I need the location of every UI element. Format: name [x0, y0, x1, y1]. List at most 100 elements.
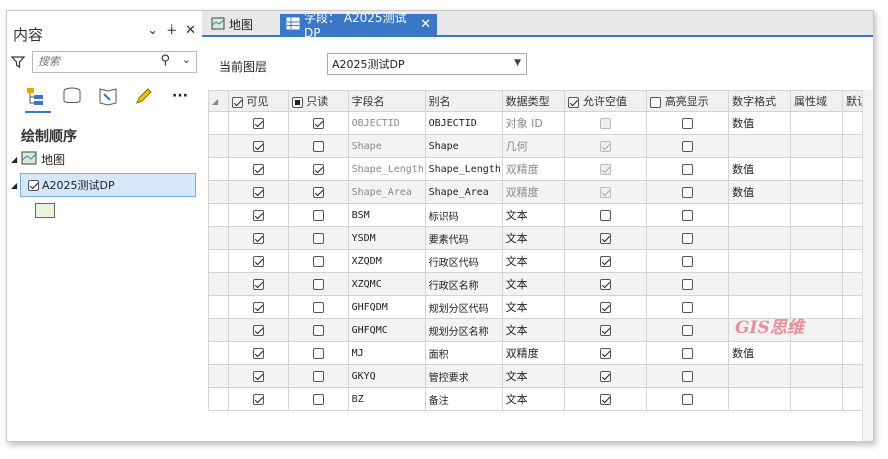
readonly-cell[interactable]: [287, 203, 349, 227]
column-header-field-name[interactable]: 字段名: [347, 90, 426, 112]
pin-icon[interactable]: ∔: [166, 23, 177, 38]
table-row[interactable]: Shape Shape 几何: [208, 134, 873, 158]
visible-checkbox[interactable]: [252, 371, 264, 382]
highlight-cell[interactable]: [646, 203, 730, 227]
visible-cell[interactable]: [227, 318, 289, 342]
vertical-scrollbar[interactable]: [862, 90, 873, 441]
more-options-icon[interactable]: ···: [169, 85, 191, 107]
visible-cell[interactable]: [227, 157, 289, 181]
field-name-cell[interactable]: GKYQ: [347, 364, 426, 388]
row-header-cell[interactable]: [208, 180, 229, 204]
visible-checkbox[interactable]: [252, 118, 264, 129]
highlight-cell[interactable]: [646, 111, 730, 135]
visible-cell[interactable]: [227, 364, 289, 388]
field-name-cell[interactable]: XZQMC: [347, 272, 426, 296]
highlight-checkbox[interactable]: [682, 256, 694, 267]
visible-cell[interactable]: [227, 134, 289, 158]
domain-cell[interactable]: [790, 249, 843, 273]
alias-cell[interactable]: 面积: [424, 341, 503, 365]
data-type-cell[interactable]: 文本: [501, 387, 566, 411]
column-header-domain[interactable]: 属性域: [790, 90, 843, 112]
visible-cell[interactable]: [227, 203, 289, 227]
highlight-cell[interactable]: [646, 295, 730, 319]
row-header-cell[interactable]: [208, 387, 229, 411]
highlight-checkbox[interactable]: [682, 118, 694, 129]
allow-null-cell[interactable]: [564, 134, 648, 158]
visible-cell[interactable]: [227, 226, 289, 250]
highlight-checkbox[interactable]: [682, 233, 694, 244]
number-format-cell[interactable]: [728, 364, 792, 388]
readonly-checkbox[interactable]: [312, 164, 324, 175]
allow-null-checkbox[interactable]: [600, 256, 612, 267]
row-header-cell[interactable]: [208, 364, 229, 388]
selection-icon[interactable]: [97, 85, 119, 107]
data-type-cell[interactable]: 文本: [501, 295, 566, 319]
domain-cell[interactable]: [790, 180, 843, 204]
table-row[interactable]: Shape_Length Shape_Length 双精度 数值: [208, 157, 873, 181]
allow-null-cell[interactable]: [564, 226, 648, 250]
highlight-cell[interactable]: [646, 272, 730, 296]
alias-cell[interactable]: 管控要求: [424, 364, 503, 388]
visible-checkbox[interactable]: [252, 233, 264, 244]
allow-null-cell[interactable]: [564, 272, 648, 296]
readonly-cell[interactable]: [287, 364, 349, 388]
field-name-cell[interactable]: GHFQDM: [347, 295, 426, 319]
highlight-checkbox[interactable]: [682, 279, 694, 290]
visible-checkbox[interactable]: [252, 256, 264, 267]
row-header-cell[interactable]: [208, 111, 229, 135]
allow-null-checkbox[interactable]: [600, 325, 612, 336]
table-row[interactable]: XZQMC 行政区名称 文本: [208, 272, 873, 296]
data-type-cell[interactable]: 双精度: [501, 157, 566, 181]
table-row[interactable]: YSDM 要素代码 文本: [208, 226, 873, 250]
field-name-cell[interactable]: BSM: [347, 203, 426, 227]
row-header-cell[interactable]: [208, 318, 229, 342]
table-row[interactable]: Shape_Area Shape_Area 双精度 数值: [208, 180, 873, 204]
readonly-checkbox[interactable]: [312, 210, 324, 221]
highlight-cell[interactable]: [646, 387, 730, 411]
highlight-checkbox[interactable]: [682, 141, 694, 152]
highlight-cell[interactable]: [646, 157, 730, 181]
domain-cell[interactable]: [790, 272, 843, 296]
tab-fields[interactable]: 字段： A2025测试DP ✕: [280, 11, 437, 40]
alias-cell[interactable]: 规划分区代码: [424, 295, 503, 319]
readonly-cell[interactable]: [287, 341, 349, 365]
expand-triangle-icon[interactable]: ◢: [11, 181, 21, 190]
highlight-checkbox[interactable]: [682, 302, 694, 313]
alias-cell[interactable]: 标识码: [424, 203, 503, 227]
close-icon[interactable]: ✕: [420, 17, 431, 32]
alias-cell[interactable]: 行政区名称: [424, 272, 503, 296]
field-name-cell[interactable]: Shape_Length: [347, 157, 426, 181]
visible-checkbox[interactable]: [252, 141, 264, 152]
visible-checkbox[interactable]: [252, 210, 264, 221]
readonly-checkbox[interactable]: [312, 279, 324, 290]
visible-cell[interactable]: [227, 341, 289, 365]
allow-null-cell[interactable]: [564, 318, 648, 342]
readonly-checkbox[interactable]: [312, 118, 324, 129]
visible-checkbox[interactable]: [252, 279, 264, 290]
dropdown-arrow-icon[interactable]: ▼: [514, 58, 521, 68]
highlight-cell[interactable]: [646, 180, 730, 204]
number-format-cell[interactable]: 数值: [728, 180, 792, 204]
tab-map[interactable]: 地图: [205, 14, 259, 35]
table-row[interactable]: MJ 面积 双精度 数值: [208, 341, 873, 365]
field-name-cell[interactable]: YSDM: [347, 226, 426, 250]
data-type-cell[interactable]: 对象 ID: [501, 111, 566, 135]
layer-symbol-swatch[interactable]: [35, 203, 55, 218]
allow-null-checkbox[interactable]: [600, 302, 612, 313]
alias-cell[interactable]: 要素代码: [424, 226, 503, 250]
data-type-cell[interactable]: 文本: [501, 226, 566, 250]
row-header-cell[interactable]: [208, 249, 229, 273]
allow-null-cell[interactable]: [564, 364, 648, 388]
highlight-checkbox[interactable]: [682, 187, 694, 198]
data-type-cell[interactable]: 文本: [501, 318, 566, 342]
visible-checkbox[interactable]: [252, 187, 264, 198]
highlight-checkbox[interactable]: [682, 348, 694, 359]
allow-null-checkbox[interactable]: [600, 233, 612, 244]
allow-null-checkbox[interactable]: [600, 348, 612, 359]
readonly-cell[interactable]: [287, 249, 349, 273]
column-header-alias[interactable]: 别名: [424, 90, 503, 112]
alias-cell[interactable]: Shape: [424, 134, 503, 158]
readonly-checkbox[interactable]: [312, 394, 324, 405]
data-type-cell[interactable]: 文本: [501, 364, 566, 388]
field-name-cell[interactable]: XZQDM: [347, 249, 426, 273]
